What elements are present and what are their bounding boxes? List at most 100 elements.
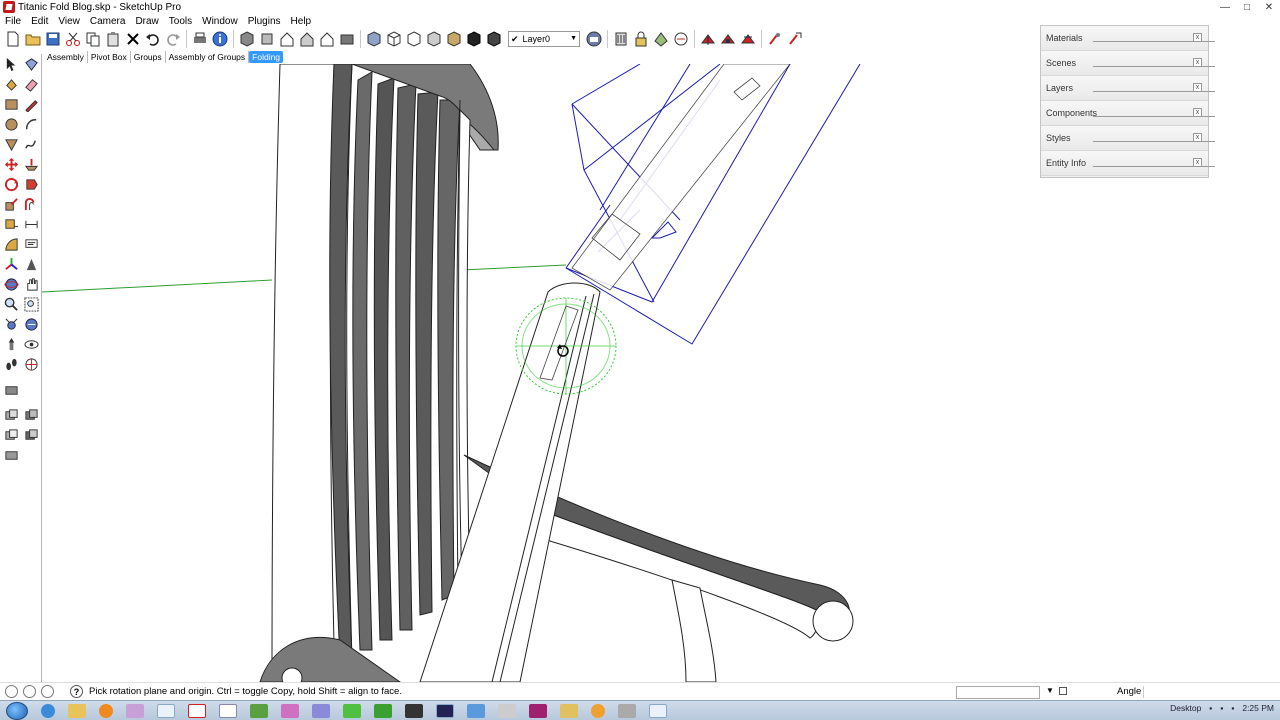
lock-icon[interactable]	[631, 29, 651, 49]
taskbar-explorer-icon[interactable]	[68, 703, 86, 718]
taskbar-app-icon[interactable]	[126, 703, 144, 718]
menu-view[interactable]: View	[53, 16, 85, 27]
tray-scenes[interactable]: Scenes x	[1041, 51, 1215, 76]
walk-icon[interactable]	[1, 354, 21, 374]
tray-materials[interactable]: Materials x	[1041, 26, 1215, 51]
close-icon[interactable]: x	[1193, 133, 1202, 142]
user-icon[interactable]	[41, 685, 54, 698]
menu-plugins[interactable]: Plugins	[243, 16, 286, 27]
taskbar-media-icon[interactable]	[99, 703, 113, 718]
redo-icon[interactable]	[163, 29, 183, 49]
close-icon[interactable]: x	[1193, 108, 1202, 117]
layer-palette-icon[interactable]	[1, 380, 21, 400]
chevron-down-icon[interactable]: ▼	[1046, 686, 1054, 695]
tray-network-icon[interactable]: ▪	[1209, 703, 1212, 713]
taskbar-green2-icon[interactable]	[374, 703, 392, 718]
menu-camera[interactable]: Camera	[85, 16, 131, 27]
tab-folding[interactable]: Folding	[249, 50, 284, 63]
start-button[interactable]	[6, 701, 28, 720]
layer-manager-icon[interactable]	[584, 29, 604, 49]
layer-dropdown[interactable]: ✔ Layer0 ▼	[508, 31, 580, 47]
tray-flag-icon[interactable]: ▪	[1231, 703, 1234, 713]
protractor-icon[interactable]	[1, 234, 21, 254]
section-plane-icon[interactable]	[671, 29, 691, 49]
close-icon[interactable]: x	[1193, 158, 1202, 167]
monochrome-alt-icon[interactable]	[484, 29, 504, 49]
clock[interactable]: 2:25 PM	[1242, 703, 1274, 713]
close-icon[interactable]: x	[1193, 33, 1202, 42]
cut-icon[interactable]	[63, 29, 83, 49]
eraser-icon[interactable]	[21, 74, 41, 94]
menu-help[interactable]: Help	[286, 16, 317, 27]
text-icon[interactable]	[21, 234, 41, 254]
zoom-window-icon[interactable]	[21, 294, 41, 314]
credits-icon[interactable]	[23, 685, 36, 698]
3d-text-icon[interactable]	[21, 254, 41, 274]
group-c-icon[interactable]	[1, 425, 21, 445]
taskbar-media2-icon[interactable]	[529, 703, 547, 718]
left-view-icon[interactable]	[337, 29, 357, 49]
taskbar-orange-icon[interactable]	[591, 703, 605, 718]
offset-icon[interactable]	[21, 194, 41, 214]
dimension-icon[interactable]	[21, 214, 41, 234]
tray-styles[interactable]: Styles x	[1041, 126, 1215, 151]
taskbar-doc-icon[interactable]	[219, 703, 237, 718]
zoom-icon[interactable]	[1, 294, 21, 314]
wireframe-icon[interactable]	[384, 29, 404, 49]
new-file-icon[interactable]	[3, 29, 23, 49]
save-icon[interactable]	[43, 29, 63, 49]
hidden-line-icon[interactable]	[404, 29, 424, 49]
front-view-icon[interactable]	[277, 29, 297, 49]
taskbar-paint-icon[interactable]	[281, 703, 299, 718]
polygon-icon[interactable]	[1, 134, 21, 154]
paint-bucket-icon[interactable]	[1, 74, 21, 94]
taskbar-active-icon[interactable]	[649, 703, 667, 718]
close-button[interactable]: ✕	[1258, 0, 1280, 14]
taskbar-green-icon[interactable]	[343, 703, 361, 718]
close-icon[interactable]: x	[1193, 58, 1202, 67]
group-b-icon[interactable]	[21, 405, 41, 425]
axes-icon[interactable]	[1, 254, 21, 274]
taskbar-u-icon[interactable]	[436, 703, 454, 718]
line-pencil-icon[interactable]	[21, 94, 41, 114]
top-view-icon[interactable]	[257, 29, 277, 49]
erase-icon[interactable]	[123, 29, 143, 49]
pan-hand-icon[interactable]	[21, 274, 41, 294]
iso-view-icon[interactable]	[237, 29, 257, 49]
desktop-label[interactable]: Desktop	[1170, 703, 1201, 713]
minimize-button[interactable]: —	[1214, 0, 1236, 14]
right-view-icon[interactable]	[297, 29, 317, 49]
plugin-align-icon[interactable]	[738, 29, 758, 49]
rotate-icon[interactable]	[1, 174, 21, 194]
group-d-icon[interactable]	[21, 425, 41, 445]
monochrome-icon[interactable]	[464, 29, 484, 49]
taskbar-layout-icon[interactable]	[188, 703, 206, 718]
measurements-input[interactable]	[956, 686, 1040, 699]
taskbar-sketchup-icon[interactable]	[157, 703, 175, 718]
menu-draw[interactable]: Draw	[130, 16, 163, 27]
taskbar-box-icon[interactable]	[498, 703, 516, 718]
tape-measure-icon[interactable]	[1, 214, 21, 234]
shadows-icon[interactable]	[611, 29, 631, 49]
scale-icon[interactable]	[1, 194, 21, 214]
taskbar-tool-icon[interactable]	[312, 703, 330, 718]
tab-pivot-box[interactable]: Pivot Box	[88, 50, 131, 63]
fog-icon[interactable]	[651, 29, 671, 49]
menu-edit[interactable]: Edit	[26, 16, 53, 27]
taskbar-pen-icon[interactable]	[560, 703, 578, 718]
tab-assembly[interactable]: Assembly	[44, 50, 88, 63]
taskbar-ie-icon[interactable]	[41, 703, 55, 718]
taskbar-gray-icon[interactable]	[618, 703, 636, 718]
model-info-icon[interactable]	[210, 29, 230, 49]
plugin-pivot-icon[interactable]	[718, 29, 738, 49]
rectangle-icon[interactable]	[1, 94, 21, 114]
follow-me-icon[interactable]	[21, 174, 41, 194]
close-icon[interactable]: x	[1193, 83, 1202, 92]
shaded-icon[interactable]	[424, 29, 444, 49]
move-icon[interactable]	[1, 154, 21, 174]
menu-tools[interactable]: Tools	[164, 16, 197, 27]
look-around-icon[interactable]	[21, 334, 41, 354]
back-view-icon[interactable]	[317, 29, 337, 49]
freehand-icon[interactable]	[21, 134, 41, 154]
plugin-rotate-icon[interactable]	[765, 29, 785, 49]
